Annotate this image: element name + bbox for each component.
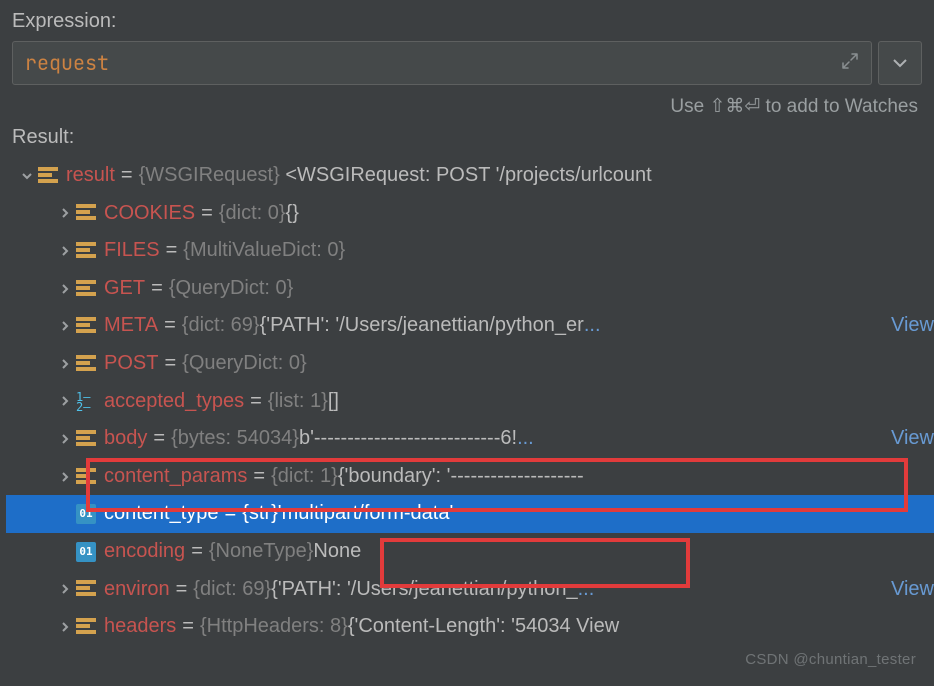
tree-row[interactable]: 1—2—accepted_types = {list: 1} [] xyxy=(6,383,934,421)
chevron-right-icon[interactable] xyxy=(54,207,76,219)
var-name: headers xyxy=(104,614,176,640)
var-type: {HttpHeaders: 8} xyxy=(200,614,348,640)
chevron-right-icon[interactable] xyxy=(54,395,76,407)
var-value: {} xyxy=(286,201,299,227)
var-name: FILES xyxy=(104,238,160,264)
tree-row[interactable]: headers = {HttpHeaders: 8} {'Content-Len… xyxy=(6,608,934,646)
var-value: {'PATH': '/Users/jeanettian/python_er xyxy=(260,313,584,339)
expression-label: Expression: xyxy=(12,10,922,33)
var-type: {dict: 1} xyxy=(271,464,338,490)
var-value: 'multipart/form-data' xyxy=(278,501,453,527)
tree-row[interactable]: content_params = {dict: 1} {'boundary': … xyxy=(6,458,934,496)
var-type: {dict: 69} xyxy=(193,577,271,603)
var-value: {'Content-Length': '54034 View xyxy=(348,614,619,640)
tree-row[interactable]: 01content_type = {str} 'multipart/form-d… xyxy=(6,495,934,533)
var-name: encoding xyxy=(104,539,185,565)
var-type: {str} xyxy=(242,501,278,527)
var-name: META xyxy=(104,313,158,339)
chevron-down-icon[interactable] xyxy=(16,170,38,182)
tree-row[interactable]: POST = {QueryDict: 0} xyxy=(6,345,934,383)
result-tree: result = {WSGIRequest} <WSGIRequest: POS… xyxy=(6,157,934,646)
object-icon xyxy=(76,429,96,449)
ellipsis: ... xyxy=(584,313,601,339)
var-type: {NoneType} xyxy=(209,539,314,565)
var-name: content_type xyxy=(104,501,219,527)
var-type: {MultiValueDict: 0} xyxy=(183,238,345,264)
object-icon xyxy=(76,279,96,299)
expression-value: request xyxy=(25,50,109,76)
var-value: {'PATH': '/Users/jeanettian/python_ xyxy=(271,577,577,603)
result-label: Result: xyxy=(6,126,934,149)
tree-row[interactable]: 01encoding = {NoneType} None xyxy=(6,533,934,571)
expression-input[interactable]: request xyxy=(12,41,872,85)
tree-row[interactable]: FILES = {MultiValueDict: 0} xyxy=(6,232,934,270)
var-type: {dict: 69} xyxy=(182,313,260,339)
var-name: accepted_types xyxy=(104,389,244,415)
chevron-right-icon[interactable] xyxy=(54,245,76,257)
object-icon xyxy=(76,316,96,336)
var-name: environ xyxy=(104,577,170,603)
var-type: {list: 1} xyxy=(268,389,328,415)
object-icon xyxy=(76,241,96,261)
ellipsis: ... xyxy=(578,577,595,603)
watermark: CSDN @chuntian_tester xyxy=(745,651,916,668)
object-icon xyxy=(76,203,96,223)
chevron-right-icon[interactable] xyxy=(54,283,76,295)
var-name: body xyxy=(104,426,147,452)
add-to-watches-hint: Use ⇧⌘⏎ to add to Watches xyxy=(12,95,918,118)
var-type: {QueryDict: 0} xyxy=(182,351,307,377)
tree-row[interactable]: META = {dict: 69} {'PATH': '/Users/jeane… xyxy=(6,307,934,345)
list-icon: 1—2— xyxy=(76,391,96,411)
tree-row[interactable]: GET = {QueryDict: 0} xyxy=(6,270,934,308)
var-name: result xyxy=(66,163,115,189)
object-icon xyxy=(76,467,96,487)
chevron-right-icon[interactable] xyxy=(54,358,76,370)
view-link[interactable]: View xyxy=(885,426,934,452)
var-type: {QueryDict: 0} xyxy=(169,276,294,302)
string-icon: 01 xyxy=(76,542,96,562)
string-icon: 01 xyxy=(76,504,96,524)
object-icon xyxy=(76,617,96,637)
tree-row[interactable]: COOKIES = {dict: 0} {} xyxy=(6,195,934,233)
history-dropdown-button[interactable] xyxy=(878,41,922,85)
view-link[interactable]: View xyxy=(885,577,934,603)
var-value: None xyxy=(313,539,361,565)
ellipsis: ... xyxy=(517,426,534,452)
var-name: POST xyxy=(104,351,158,377)
tree-row[interactable]: body = {bytes: 54034} b'----------------… xyxy=(6,420,934,458)
var-name: COOKIES xyxy=(104,201,195,227)
var-value: b'----------------------------6! xyxy=(299,426,517,452)
var-value: <WSGIRequest: POST '/projects/urlcount xyxy=(280,163,652,189)
var-type: {dict: 0} xyxy=(219,201,286,227)
object-icon xyxy=(76,579,96,599)
var-name: content_params xyxy=(104,464,247,490)
view-link[interactable]: View xyxy=(885,313,934,339)
var-value: [] xyxy=(328,389,339,415)
var-type: {bytes: 54034} xyxy=(171,426,299,452)
tree-row-root[interactable]: result = {WSGIRequest} <WSGIRequest: POS… xyxy=(6,157,934,195)
chevron-right-icon[interactable] xyxy=(54,433,76,445)
chevron-right-icon[interactable] xyxy=(54,583,76,595)
var-type: {WSGIRequest} xyxy=(139,163,280,189)
object-icon xyxy=(76,354,96,374)
chevron-right-icon[interactable] xyxy=(54,320,76,332)
var-name: GET xyxy=(104,276,145,302)
var-value: {'boundary': '-------------------- xyxy=(338,464,584,490)
object-icon xyxy=(38,166,58,186)
tree-row[interactable]: environ = {dict: 69} {'PATH': '/Users/je… xyxy=(6,571,934,609)
chevron-right-icon[interactable] xyxy=(54,471,76,483)
chevron-right-icon[interactable] xyxy=(54,621,76,633)
expand-icon[interactable] xyxy=(841,52,859,75)
